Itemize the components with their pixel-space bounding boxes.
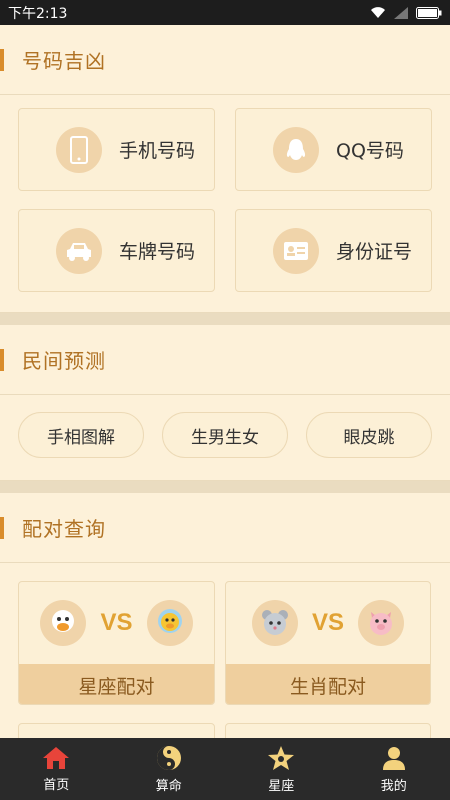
phone-number-card[interactable]: 手机号码: [18, 108, 215, 191]
chinese-zodiac-pairing-avatars: VS: [226, 582, 430, 664]
pairing-grid: VS 星座配对 VS 生肖配对: [0, 563, 450, 705]
boy-or-girl-button[interactable]: 生男生女: [162, 412, 288, 458]
user-icon: [382, 746, 405, 770]
pig-avatar-icon: [358, 600, 404, 646]
pairing-card-partial[interactable]: [225, 723, 431, 738]
numbers-section-header: 号码吉凶: [0, 25, 450, 95]
qq-icon: [273, 126, 319, 173]
tab-profile-label: 我的: [380, 778, 407, 794]
vs-text: VS: [100, 609, 133, 636]
phone-icon: [56, 126, 102, 173]
id-card-icon: [273, 227, 319, 274]
numbers-section-title: 号码吉凶: [22, 49, 106, 73]
pairing-section: 配对查询 VS 星座配对 VS 生肖配对: [0, 493, 450, 738]
phone-number-label: 手机号码: [119, 140, 196, 162]
pairing-section-title: 配对查询: [22, 517, 106, 541]
section-accent-bar: [0, 348, 4, 371]
chinese-zodiac-pairing-card[interactable]: VS 生肖配对: [225, 581, 431, 705]
folk-section-title: 民间预测: [22, 349, 106, 373]
eyelid-twitch-button[interactable]: 眼皮跳: [306, 412, 432, 458]
palm-reading-button[interactable]: 手相图解: [18, 412, 144, 458]
id-card-label: 身份证号: [336, 241, 413, 263]
status-icons: [370, 6, 442, 19]
status-bar: 下午2:13: [0, 0, 450, 25]
chinese-zodiac-pairing-label: 生肖配对: [226, 664, 430, 704]
section-accent-bar: [0, 48, 4, 71]
wifi-icon: [371, 7, 385, 18]
folk-section: 民间预测 手相图解 生男生女 眼皮跳: [0, 325, 450, 481]
duck-helmet-avatar-icon: [146, 600, 193, 646]
zodiac-pairing-card[interactable]: VS 星座配对: [18, 581, 215, 705]
numbers-section: 号码吉凶 手机号码 QQ号码 车牌号码 身份证号: [0, 25, 450, 313]
star-icon: [268, 745, 295, 770]
pairing-grid-more: [0, 705, 450, 738]
tab-fortune[interactable]: 算命: [113, 738, 226, 800]
tab-fortune-label: 算命: [155, 778, 182, 794]
zodiac-pairing-avatars: VS: [19, 582, 214, 664]
pairing-section-header: 配对查询: [0, 493, 450, 563]
numbers-grid: 手机号码 QQ号码 车牌号码 身份证号: [0, 95, 450, 312]
tab-home[interactable]: 首页: [0, 738, 113, 800]
folk-section-header: 民间预测: [0, 325, 450, 395]
section-divider: [0, 481, 450, 493]
car-plate-card[interactable]: 车牌号码: [18, 209, 215, 292]
tab-horoscope-label: 星座: [268, 778, 295, 794]
tab-profile[interactable]: 我的: [338, 738, 450, 800]
home-icon: [43, 746, 70, 769]
car-plate-label: 车牌号码: [119, 241, 196, 263]
tab-horoscope[interactable]: 星座: [225, 738, 338, 800]
status-time: 下午2:13: [8, 5, 68, 22]
tab-home-label: 首页: [43, 777, 70, 793]
car-icon: [56, 227, 102, 274]
id-card-card[interactable]: 身份证号: [235, 209, 432, 292]
pairing-card-partial[interactable]: [18, 723, 215, 738]
main-content[interactable]: 号码吉凶 手机号码 QQ号码 车牌号码 身份证号 民间预测 手相图解 生男生女 …: [0, 25, 450, 738]
signal-icon: [394, 6, 408, 19]
bottom-tab-bar: 首页 算命 星座 我的: [0, 738, 450, 800]
qq-number-label: QQ号码: [336, 140, 404, 162]
folk-pills: 手相图解 生男生女 眼皮跳: [0, 395, 450, 480]
section-accent-bar: [0, 516, 4, 539]
vs-text: VS: [311, 609, 344, 636]
zodiac-pairing-label: 星座配对: [19, 664, 214, 704]
section-divider: [0, 313, 450, 325]
mouse-avatar-icon: [251, 600, 298, 646]
yin-yang-icon: [156, 745, 181, 770]
qq-number-card[interactable]: QQ号码: [235, 108, 432, 191]
battery-icon: [416, 6, 442, 19]
duck-avatar-icon: [40, 600, 87, 646]
